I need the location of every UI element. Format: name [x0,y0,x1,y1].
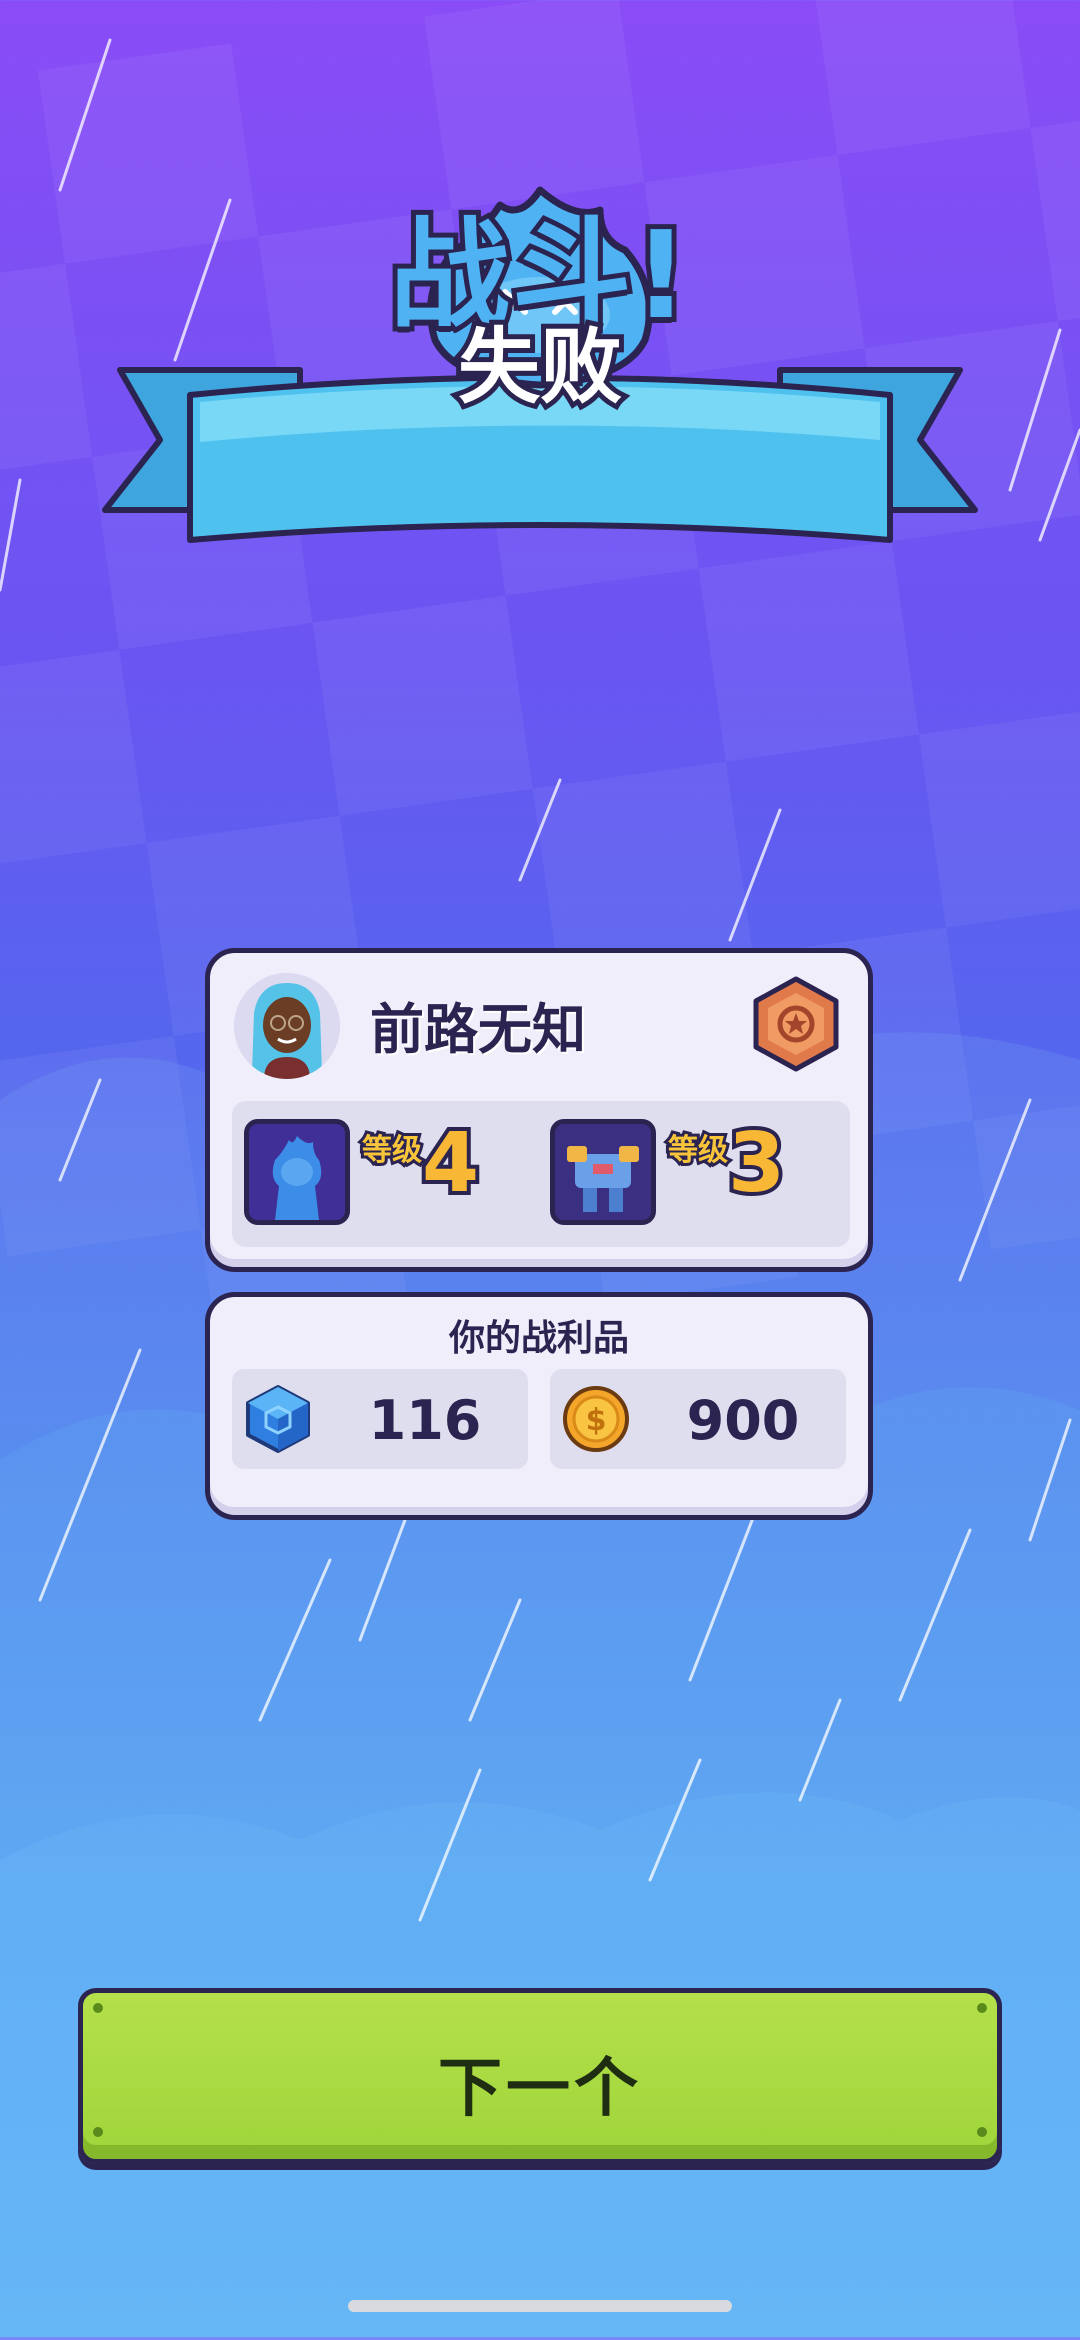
button-rivet [93,2003,103,2013]
player-summary-card: 前路无知 等级 4 等级 3 [205,948,873,1272]
unit-level-value: 4 [418,1116,483,1211]
player-avatar-icon [234,973,340,1079]
gem-amount: 116 [368,1389,482,1452]
loot-card: 你的战利品 116 $ 900 [205,1292,873,1520]
svg-text:$: $ [586,1403,607,1438]
player-name: 前路无知 [370,998,586,1061]
blue-gem-cube-icon [246,1385,310,1453]
unit-slot-2[interactable]: 等级 3 [550,1119,840,1229]
loot-item-gems: 116 [232,1369,528,1469]
gold-coin-icon: $ [563,1386,629,1452]
next-button[interactable]: 下一个 [78,1988,1002,2164]
avatar[interactable] [234,973,340,1079]
bronze-rank-badge-icon[interactable] [752,975,840,1073]
home-indicator[interactable] [348,2300,732,2312]
units-panel: 等级 4 等级 3 [232,1101,850,1247]
next-button-label: 下一个 [438,2052,642,2126]
button-rivet [977,2003,987,2013]
robot-hero-icon [550,1119,656,1225]
coin-amount: 900 [686,1389,800,1452]
unit-level-label: 等级 [665,1130,731,1171]
unit-level-label: 等级 [359,1130,425,1171]
result-subtitle: 失败 [453,315,627,420]
unit-level-value: 3 [724,1116,789,1211]
blue-hero-icon [244,1119,350,1225]
unit-slot-1[interactable]: 等级 4 [244,1119,534,1229]
loot-title: 你的战利品 [448,1318,629,1359]
loot-item-coins: $ 900 [550,1369,846,1469]
